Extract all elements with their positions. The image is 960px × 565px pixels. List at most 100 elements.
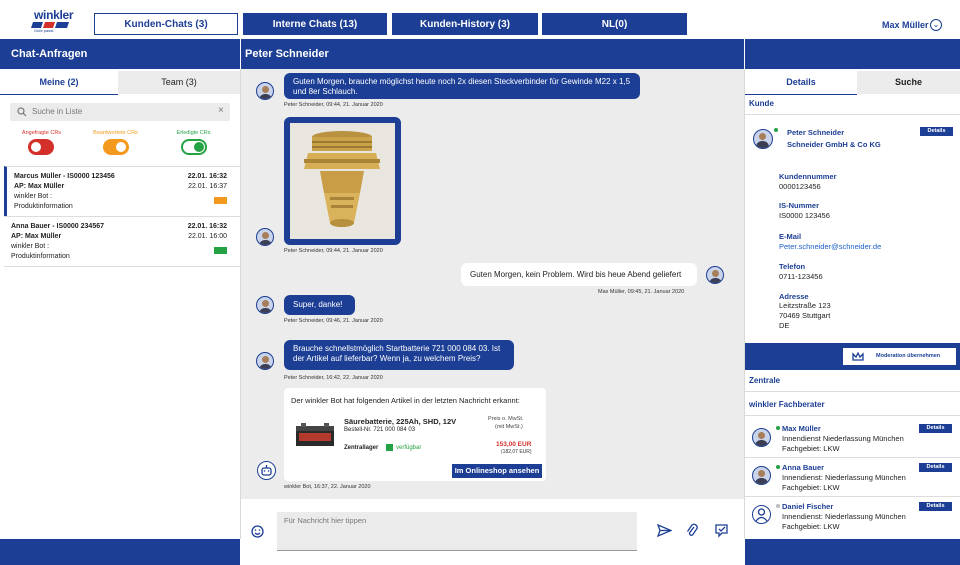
berater-name[interactable]: Daniel Fischer <box>782 502 833 511</box>
price-label-gross: (mit MwSt.) <box>495 424 523 430</box>
divider <box>745 457 960 458</box>
tab-interne-chats[interactable]: Interne Chats (13) <box>243 13 387 35</box>
address-line: DE <box>779 321 790 330</box>
customer-name[interactable]: Peter Schneider <box>787 128 844 137</box>
field-label: Kundennummer <box>779 172 837 181</box>
list-item[interactable]: Anna Bauer - IS0000 234567 22.01. 16:32 A… <box>4 216 240 266</box>
customer-company[interactable]: Schneider GmbH & Co KG <box>787 140 881 149</box>
tab-kunden-chats[interactable]: Kunden-Chats (3) <box>94 13 238 35</box>
message-bubble: Guten Morgen, kein Problem. Wird bis heu… <box>461 263 697 286</box>
battery-image <box>295 421 335 447</box>
berater-name[interactable]: Anna Bauer <box>782 463 824 472</box>
clear-search-icon[interactable]: × <box>218 105 224 116</box>
winkler-logo[interactable]: winkler Gute passt. <box>31 8 74 36</box>
attachment-icon[interactable] <box>686 523 698 538</box>
berater-line: Innendienst Niederlassung München <box>782 434 904 443</box>
item-topic: Produktinformation <box>14 203 73 210</box>
bot-avatar <box>257 461 276 480</box>
toggle-label-angefragt: Angefragte CRs <box>21 130 62 136</box>
tab-details[interactable]: Details <box>745 71 857 94</box>
item-bot: winkler Bot : <box>11 243 50 250</box>
divider <box>745 391 960 392</box>
customer-avatar <box>753 129 773 149</box>
active-tab-underline <box>0 94 118 95</box>
chat-title: Peter Schneider <box>241 39 744 69</box>
divider <box>744 69 745 539</box>
moderation-button[interactable]: Moderation übernehmen <box>842 347 957 366</box>
product-photo <box>290 123 395 239</box>
note-check-icon[interactable] <box>714 523 729 538</box>
item-name: Anna Bauer - IS0000 234567 <box>11 223 104 230</box>
toggle-beantwortet[interactable] <box>103 139 129 155</box>
field-value: 0711-123456 <box>779 272 823 281</box>
berater-line: Fachgebiet: LKW <box>782 522 840 531</box>
customer-details-button[interactable]: Details <box>920 127 953 136</box>
kunde-heading: Kunde <box>749 99 774 108</box>
list-item[interactable]: Marcus Müller - IS0000 123456 22.01. 16:3… <box>4 166 240 216</box>
bot-card: Der winkler Bot hat folgenden Artikel in… <box>284 388 546 481</box>
logo-text: winkler <box>34 8 74 22</box>
onlineshop-button[interactable]: Im Onlineshop ansehen <box>452 464 542 478</box>
send-icon[interactable] <box>657 524 672 537</box>
item-topic: Produktinformation <box>11 253 70 260</box>
toggle-label-erledigt: Erledigte CRs <box>176 130 211 136</box>
stock-status: verfügbar <box>396 445 422 451</box>
avatar <box>256 82 274 100</box>
message-bubble: Guten Morgen, brauche möglichst heute no… <box>284 73 640 99</box>
subtab-team[interactable]: Team (3) <box>118 71 240 94</box>
toggle-erledigt[interactable] <box>181 139 207 155</box>
field-label: E-Mail <box>779 232 802 241</box>
field-value: IS0000 123456 <box>779 211 830 220</box>
fitting-image <box>290 123 395 239</box>
online-indicator <box>776 465 780 469</box>
berater-line: Fachgebiet: LKW <box>782 483 840 492</box>
moderation-label: Moderation übernehmen <box>876 353 941 359</box>
search-input[interactable]: Suche in Liste <box>10 103 230 121</box>
berater-details-button[interactable]: Details <box>919 424 952 433</box>
logo-tagline: Gute passt. <box>34 28 55 33</box>
right-footer <box>745 539 960 565</box>
field-value: 0000123456 <box>779 182 821 191</box>
status-badge <box>214 197 227 204</box>
left-footer <box>0 539 240 565</box>
message-bubble: Brauche schnellstmöglich Startbatterie 7… <box>284 340 514 370</box>
active-tab-underline <box>745 94 857 95</box>
item-date: 22.01. 16:32 <box>187 173 227 180</box>
avatar <box>706 266 724 284</box>
avatar <box>256 228 274 246</box>
berater-details-button[interactable]: Details <box>919 502 952 511</box>
price-label: Preis o. MwSt. <box>488 416 524 422</box>
product-name: Säurebatterie, 225Ah, SHD, 12V <box>344 417 457 426</box>
stock-label: Zentrallager <box>344 445 379 451</box>
left-panel-title: Chat-Anfragen <box>0 39 240 69</box>
tab-suche[interactable]: Suche <box>857 71 960 94</box>
email-link[interactable]: Peter.schneider@schneider.de <box>779 242 881 252</box>
item-ap: AP: Max Müller <box>14 183 65 190</box>
right-panel-header <box>745 39 960 69</box>
item-bot: winkler Bot : <box>14 193 53 200</box>
field-label: Adresse <box>779 292 809 301</box>
toggle-angefragt[interactable] <box>28 139 54 155</box>
berater-avatar-placeholder <box>752 505 771 524</box>
subtab-meine[interactable]: Meine (2) <box>0 71 118 94</box>
berater-line: Innendienst: Niederlassung München <box>782 473 906 482</box>
image-message[interactable] <box>284 117 401 245</box>
online-indicator <box>774 128 778 132</box>
emoji-icon[interactable] <box>251 525 264 538</box>
message-input[interactable]: Für Nachricht hier tippen <box>277 512 637 551</box>
robot-icon <box>261 465 272 476</box>
tab-kunden-history[interactable]: Kunden-History (3) <box>392 13 538 35</box>
zentrale-heading: Zentrale <box>749 376 781 385</box>
fachberater-heading: winkler Fachberater <box>749 400 825 409</box>
message-bubble: Super, danke! <box>284 295 355 315</box>
online-indicator <box>776 426 780 430</box>
berater-details-button[interactable]: Details <box>919 463 952 472</box>
divider <box>745 496 960 497</box>
chevron-down-icon[interactable]: ⌄ <box>930 19 942 31</box>
tab-nl[interactable]: NL(0) <box>542 13 687 35</box>
stock-indicator <box>386 444 393 451</box>
berater-line: Innendienst: Niederlassung München <box>782 512 906 521</box>
user-name[interactable]: Max Müller <box>882 20 929 30</box>
berater-name[interactable]: Max Müller <box>782 424 821 433</box>
item-name: Marcus Müller - IS0000 123456 <box>14 173 115 180</box>
